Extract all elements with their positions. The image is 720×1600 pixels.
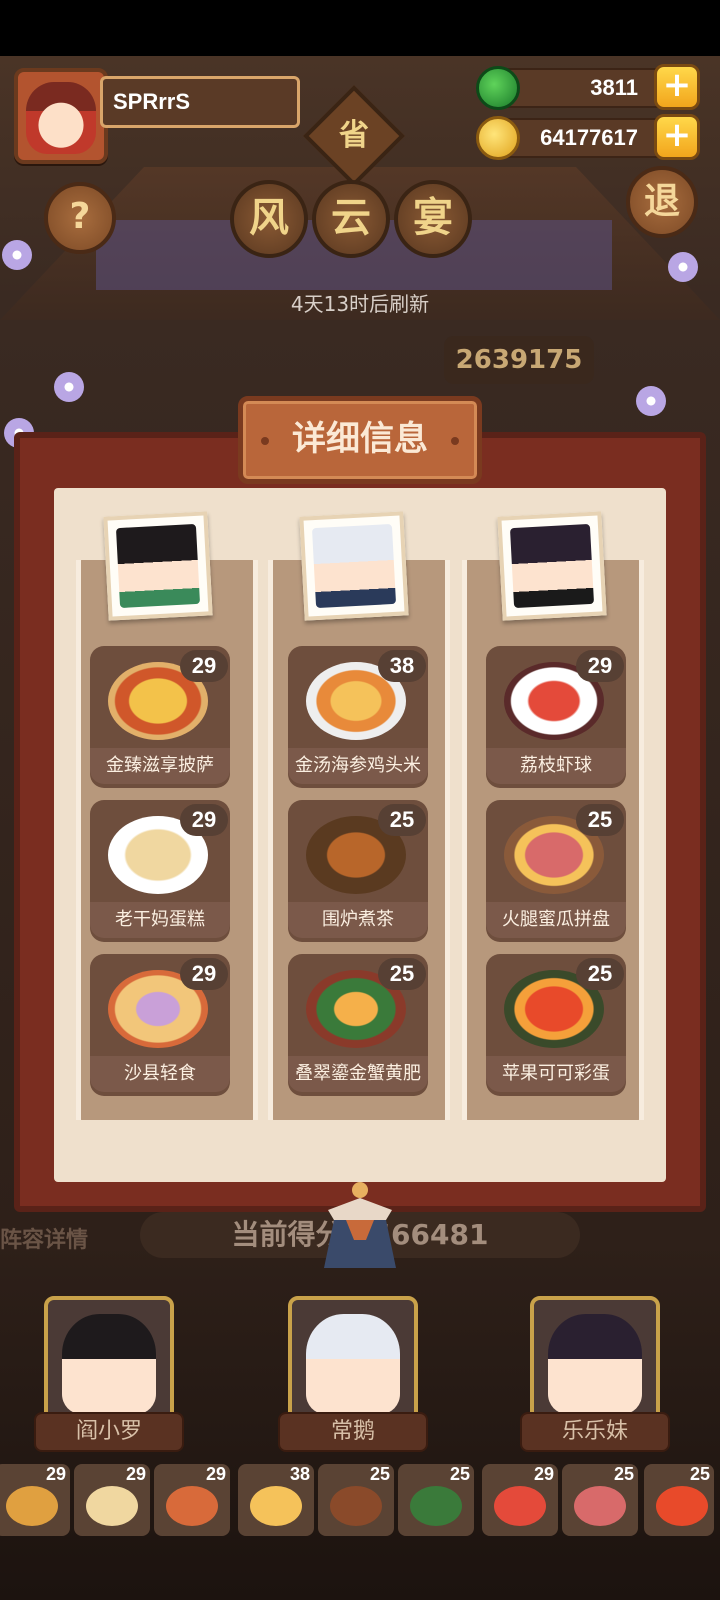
flower-decoration — [668, 252, 698, 282]
dish-card[interactable]: 38 金汤海参鸡头米 — [288, 646, 428, 788]
province-badge-label: 省 — [339, 118, 369, 153]
game-screen: SPRrrS 省 3811 + 64177617 + ? 退 风 云 宴 4天1… — [0, 0, 720, 1600]
flower-decoration — [636, 386, 666, 416]
mini-dish[interactable]: 38 — [238, 1464, 314, 1536]
dish-name: 叠翠鎏金蟹黄肥 — [288, 1056, 428, 1092]
mini-dish-count: 25 — [613, 1464, 634, 1484]
dish-name: 围炉煮茶 — [288, 902, 428, 938]
flower-decoration — [2, 240, 32, 270]
character-name: 常鹅 — [278, 1412, 428, 1452]
coin-icon — [476, 116, 520, 160]
mini-dish-count: 29 — [125, 1464, 146, 1484]
dish-count: 29 — [180, 958, 228, 990]
refresh-timer: 4天13时后刷新 — [290, 292, 430, 316]
mini-dish-count: 25 — [369, 1464, 390, 1484]
flower-decoration — [54, 372, 84, 402]
dish-count: 29 — [180, 804, 228, 836]
dish-count: 29 — [576, 650, 624, 682]
dish-card[interactable]: 25 火腿蜜瓜拼盘 — [486, 800, 626, 942]
character-card-1[interactable] — [44, 1296, 174, 1426]
avatar-portrait — [26, 82, 96, 154]
dish-name: 沙县轻食 — [90, 1056, 230, 1092]
chef-portrait-1 — [103, 511, 213, 621]
jade-amount: 3811 — [590, 75, 638, 100]
mini-dish[interactable]: 25 — [562, 1464, 638, 1536]
add-coins-button[interactable]: + — [654, 114, 700, 160]
dish-count: 38 — [378, 650, 426, 682]
dish-card[interactable]: 29 荔枝虾球 — [486, 646, 626, 788]
dish-count: 25 — [378, 804, 426, 836]
jade-icon — [476, 66, 520, 110]
top-score: 2639175 — [444, 336, 594, 384]
mini-dish[interactable]: 25 — [398, 1464, 474, 1536]
exit-button[interactable]: 退 — [626, 166, 698, 238]
dish-name: 荔枝虾球 — [486, 748, 626, 784]
mini-dish[interactable]: 25 — [318, 1464, 394, 1536]
lineup-details-link[interactable]: 阵容详情 — [0, 1222, 88, 1254]
player-avatar[interactable] — [14, 68, 108, 164]
dish-card[interactable]: 25 苹果可可彩蛋 — [486, 954, 626, 1096]
character-name: 乐乐妹 — [520, 1412, 670, 1452]
dish-name: 苹果可可彩蛋 — [486, 1056, 626, 1092]
dish-count: 29 — [180, 650, 228, 682]
dish-count: 25 — [576, 958, 624, 990]
dish-count: 25 — [576, 804, 624, 836]
mini-dish[interactable]: 29 — [154, 1464, 230, 1536]
dish-card[interactable]: 25 围炉煮茶 — [288, 800, 428, 942]
dish-card[interactable]: 29 金臻滋享披萨 — [90, 646, 230, 788]
close-panel-hanger[interactable] — [316, 1180, 404, 1270]
mini-dish[interactable]: 29 — [0, 1464, 70, 1536]
character-card-2[interactable] — [288, 1296, 418, 1426]
mini-dish-count: 29 — [205, 1464, 226, 1484]
event-title-char-2: 云 — [312, 180, 390, 258]
mini-dish-count: 25 — [449, 1464, 470, 1484]
event-title-char-3: 宴 — [394, 180, 472, 258]
dish-card[interactable]: 29 老干妈蛋糕 — [90, 800, 230, 942]
dish-card[interactable]: 25 叠翠鎏金蟹黄肥 — [288, 954, 428, 1096]
mini-dish[interactable]: 25 — [644, 1464, 714, 1536]
character-name: 阎小罗 — [34, 1412, 184, 1452]
character-card-3[interactable] — [530, 1296, 660, 1426]
mini-dish[interactable]: 29 — [74, 1464, 150, 1536]
player-name: SPRrrS — [100, 76, 300, 128]
mini-dish-count: 29 — [533, 1464, 554, 1484]
chef-portrait-2 — [299, 511, 409, 621]
mini-dish-count: 38 — [289, 1464, 310, 1484]
dish-name: 金汤海参鸡头米 — [288, 748, 428, 784]
event-title-char-1: 风 — [230, 180, 308, 258]
help-button[interactable]: ? — [44, 182, 116, 254]
chef-portrait-3 — [497, 511, 607, 621]
dish-card[interactable]: 29 沙县轻食 — [90, 954, 230, 1096]
mini-dish-count: 25 — [689, 1464, 710, 1484]
dish-count: 25 — [378, 958, 426, 990]
mini-dish-count: 29 — [45, 1464, 66, 1484]
dish-name: 金臻滋享披萨 — [90, 748, 230, 784]
mini-dish[interactable]: 29 — [482, 1464, 558, 1536]
hanger-icon — [324, 1182, 396, 1268]
detail-panel-title: 详细信息 — [238, 396, 482, 484]
coin-amount: 64177617 — [540, 125, 638, 150]
add-jade-button[interactable]: + — [654, 64, 700, 110]
dish-name: 老干妈蛋糕 — [90, 902, 230, 938]
dish-name: 火腿蜜瓜拼盘 — [486, 902, 626, 938]
